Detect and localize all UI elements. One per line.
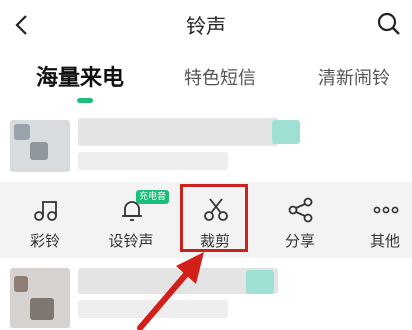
song-cover-block (30, 298, 54, 320)
pointer-arrow-icon (137, 252, 204, 330)
category-tabs: 海量来电 特色短信 清新闹铃 (0, 58, 412, 108)
active-tab-indicator (77, 98, 93, 103)
song-tag-blur (246, 270, 274, 294)
charging-sound-badge: 充电音 (136, 190, 170, 204)
more-button[interactable]: 其他 (350, 182, 412, 258)
set-ringtone-label: 设铃声 (108, 232, 154, 250)
more-icon (373, 206, 399, 214)
search-button[interactable] (372, 7, 406, 41)
tab-sms-tone[interactable]: 特色短信 (184, 64, 256, 90)
song-subtitle-blur (78, 152, 228, 170)
app-header: 铃声 (0, 0, 412, 50)
more-label: 其他 (369, 232, 400, 250)
song-cover-block (14, 276, 28, 292)
page-title: 铃声 (186, 14, 226, 38)
song-cover-block (30, 142, 48, 160)
list-item[interactable] (0, 112, 412, 178)
share-icon (288, 197, 313, 223)
share-button[interactable]: 分享 (265, 182, 335, 258)
search-icon (377, 12, 400, 35)
tab-alarm-tone[interactable]: 清新闹铃 (318, 64, 390, 90)
share-label: 分享 (284, 232, 315, 250)
song-cover-block (14, 124, 30, 140)
trim-highlight-box (180, 184, 248, 252)
song-title-blur (78, 118, 278, 146)
tab-incoming-call[interactable]: 海量来电 (36, 60, 124, 92)
ringback-button[interactable]: 彩铃 (10, 182, 80, 258)
music-note-icon (34, 201, 57, 221)
song-tag-blur (272, 120, 300, 144)
ringback-label: 彩铃 (29, 232, 60, 250)
